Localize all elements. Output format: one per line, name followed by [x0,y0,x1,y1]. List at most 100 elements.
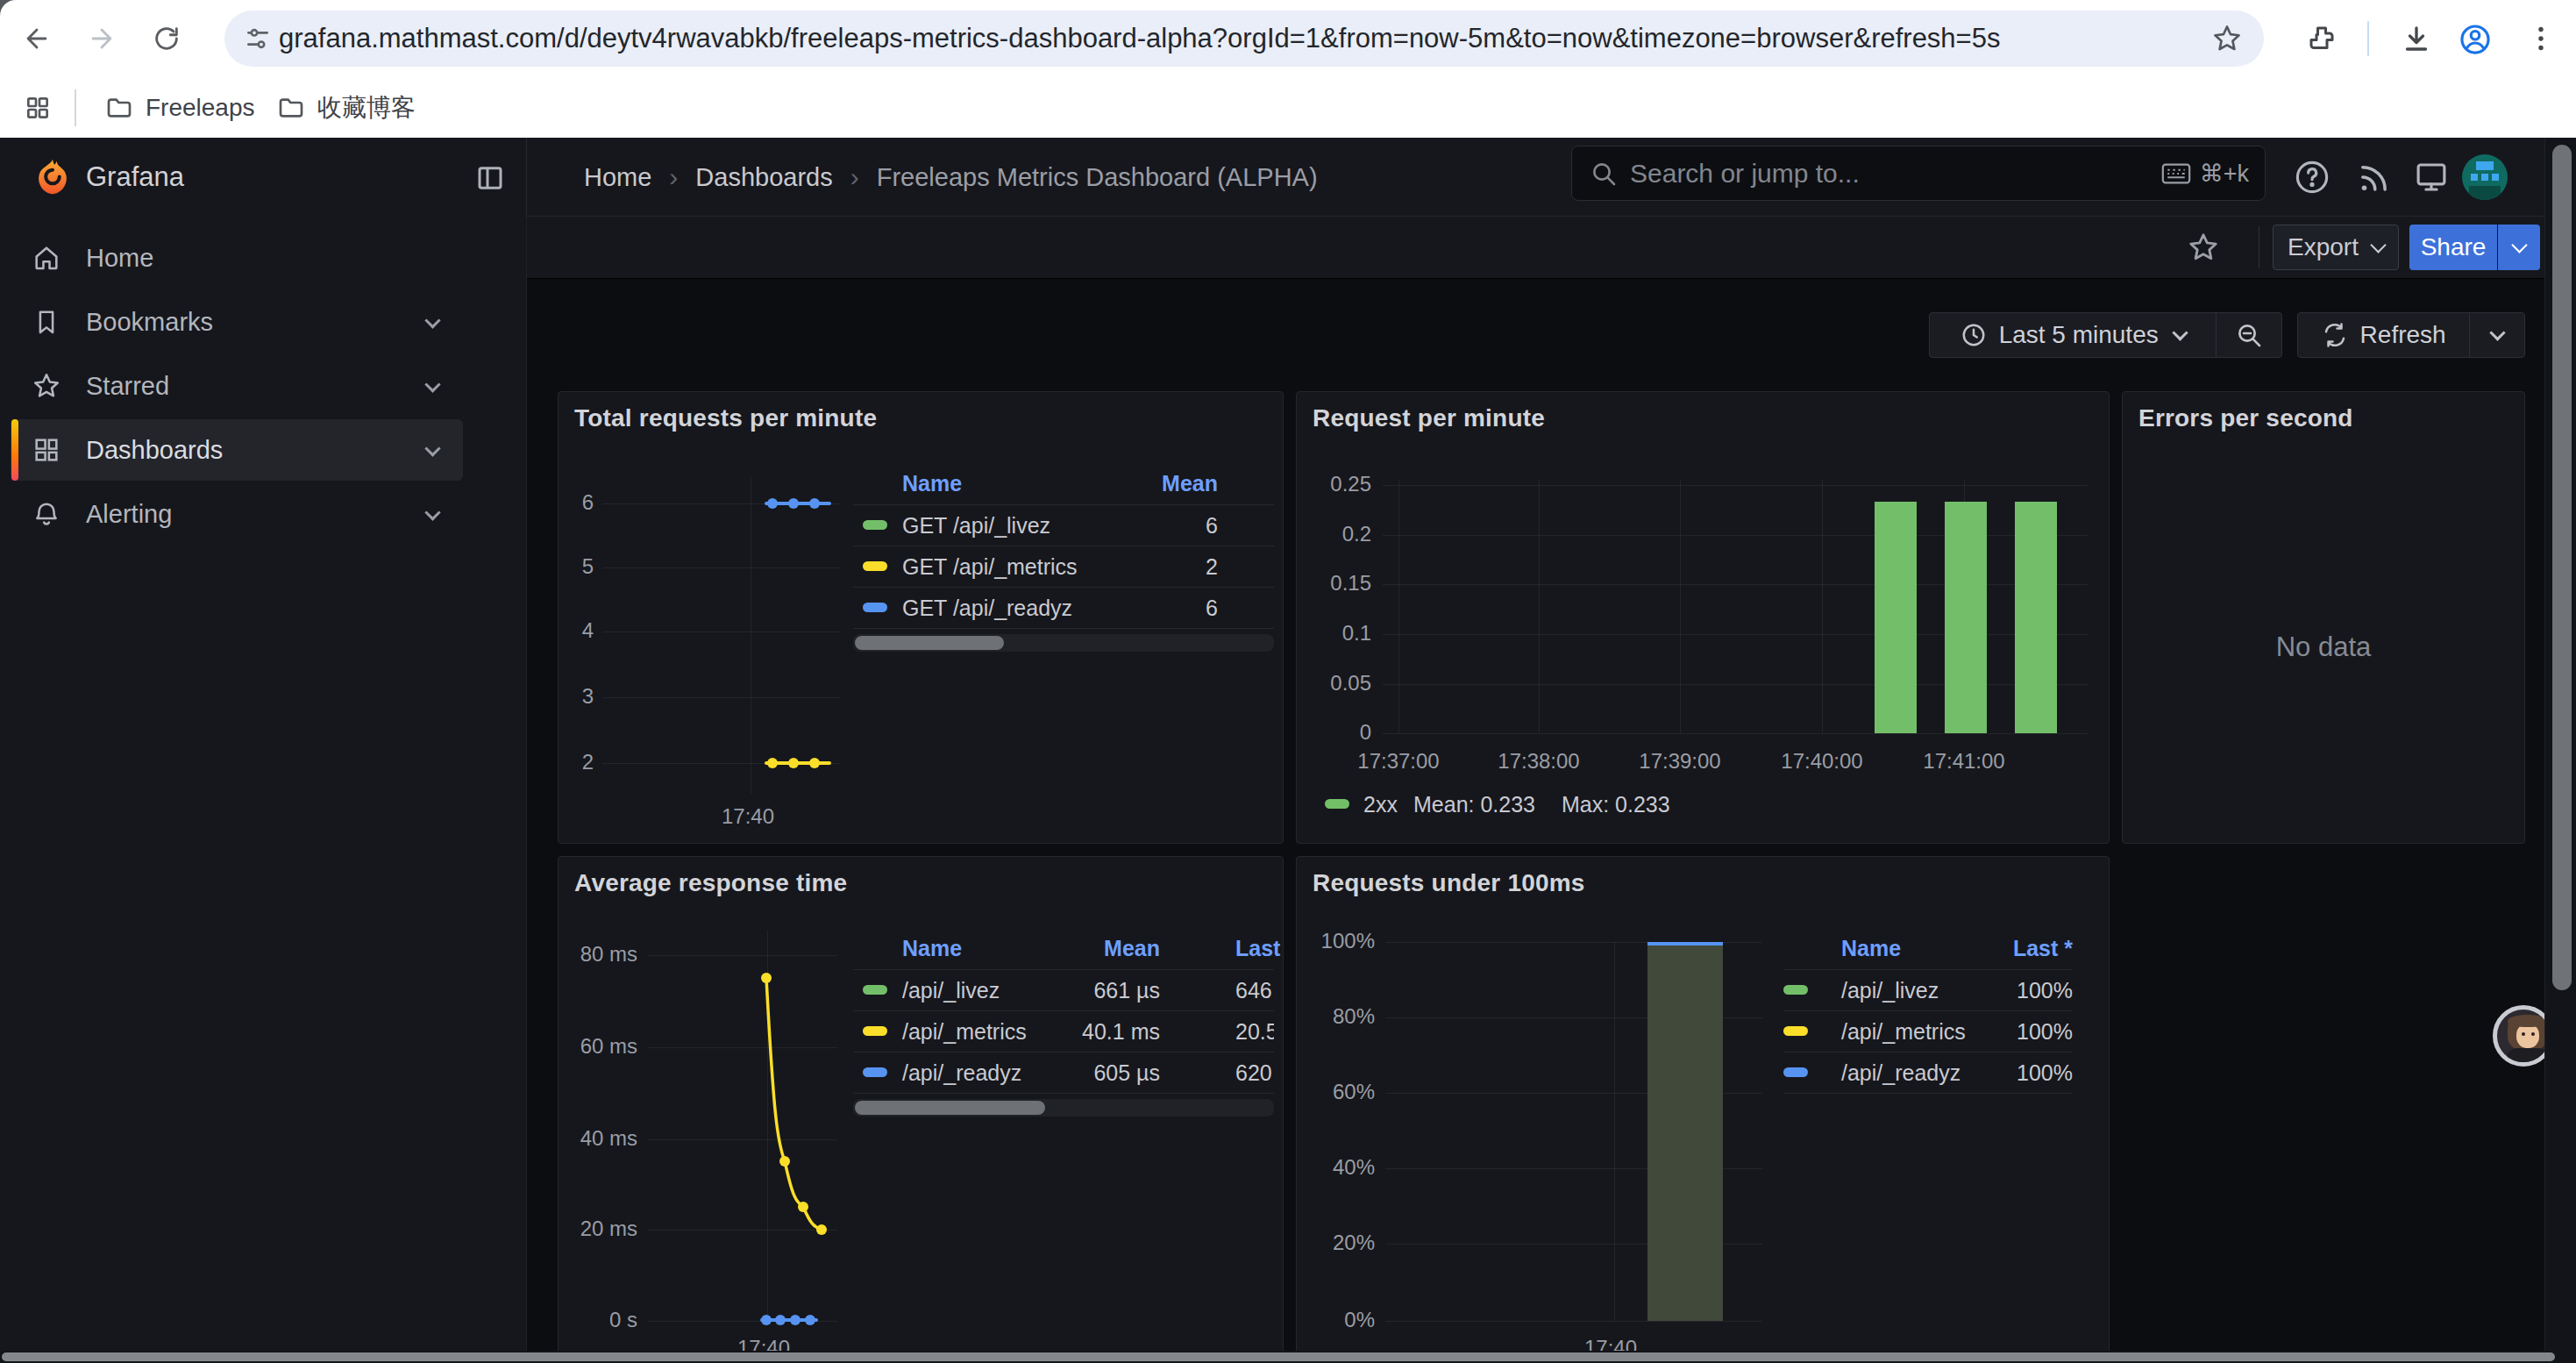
vertical-scrollbar[interactable] [2544,138,2576,1351]
legend-value: 6 [1113,596,1218,621]
bar [1875,502,1917,733]
legend-series-name[interactable]: GET /api/_metrics [902,554,1078,580]
legend-series-name[interactable]: /api/_metrics [1841,1019,1966,1045]
legend-header[interactable]: Mean [1113,471,1218,496]
legend-value: 2 [1113,554,1218,580]
panel-title[interactable]: Requests under 100ms [1313,869,1585,897]
refresh-picker[interactable]: Refresh [2297,312,2525,358]
forward-icon[interactable] [87,24,117,54]
bookmark-star-icon[interactable] [2211,23,2243,54]
series-point [767,498,778,509]
url-bar[interactable]: grafana.mathmast.com/d/deytv4rwavabkb/fr… [224,11,2264,67]
reload-icon[interactable] [152,24,181,54]
legend-series-name[interactable]: GET /api/_readyz [902,596,1072,621]
legend-series-name[interactable]: GET /api/_livez [902,513,1050,539]
legend-series-name[interactable]: /api/_readyz [902,1060,1021,1086]
legend-value: 661 µs [1055,978,1160,1003]
panel-title[interactable]: Total requests per minute [574,404,877,432]
breadcrumb-dashboards[interactable]: Dashboards [695,163,832,192]
news-rss-icon[interactable] [2355,159,2392,196]
legend-scrollbar-thumb[interactable] [855,1101,1045,1115]
refresh-interval-button[interactable] [2470,313,2524,357]
panel-title[interactable]: Request per minute [1313,404,1545,432]
bar [1945,502,1987,733]
scrollbar-thumb[interactable] [2552,145,2572,990]
share-dropdown-button[interactable] [2498,225,2540,270]
legend-series-name[interactable]: /api/_livez [1841,978,1939,1003]
bar [2015,502,2057,733]
legend-series-name[interactable]: /api/_metrics [902,1019,1027,1045]
scrollbar-thumb[interactable] [2,1352,2555,1361]
gridline-h [602,697,841,698]
screen: grafana.mathmast.com/d/deytv4rwavabkb/fr… [0,0,2576,1363]
legend-series-name[interactable]: /api/_livez [902,978,1000,1003]
menu-dots-icon[interactable] [2525,23,2557,54]
breadcrumb-home[interactable]: Home [584,163,651,192]
brand-name[interactable]: Grafana [86,138,184,217]
legend-header[interactable]: Last * [1235,936,1284,961]
y-tick-label: 80% [1299,1004,1375,1029]
legend-series-name[interactable]: 2xx [1363,792,1398,817]
zoom-out-button[interactable] [2217,313,2281,357]
legend-header[interactable]: Name [902,936,962,961]
grafana-logo[interactable] [33,158,72,196]
site-settings-icon[interactable] [244,25,272,53]
legend-header[interactable]: Name [1841,936,1901,961]
search-input[interactable]: Search or jump to... ⌘+k [1571,146,2266,201]
back-icon[interactable] [22,24,52,54]
bookmark-folder-blogs[interactable]: 收藏博客 [277,77,416,138]
gridline-h [602,567,841,568]
profile-icon[interactable] [2459,23,2492,56]
y-tick-label: 0.25 [1301,472,1371,496]
user-avatar[interactable] [2462,154,2508,200]
legend-separator [853,587,1274,588]
series-color-dash [863,1026,887,1036]
bar-cap-line [1647,942,1723,946]
dashboards-icon [32,435,61,465]
panel-title[interactable]: Errors per second [2138,404,2353,432]
sidebar-item-alerting[interactable]: Alerting [11,483,463,545]
sidebar-item-home[interactable]: Home [11,227,463,289]
legend-series-name[interactable]: /api/_readyz [1841,1060,1960,1086]
export-button[interactable]: Export [2273,225,2399,270]
help-icon[interactable] [2294,159,2330,196]
share-button[interactable]: Share [2409,225,2497,270]
apps-grid-icon[interactable] [24,94,52,122]
legend-value: 40.1 ms [1055,1019,1160,1045]
clock-icon [1960,322,1987,348]
gridline-v [1680,480,1681,733]
gridline-h [1383,485,2088,486]
bookmark-folder-freeleaps[interactable]: Freeleaps [105,77,255,138]
legend-scrollbar-thumb[interactable] [855,636,1004,650]
extensions-icon[interactable] [2306,23,2338,54]
horizontal-scrollbar[interactable] [0,1351,2576,1363]
legend-header[interactable]: Mean [1055,936,1160,961]
x-tick-label: 17:39:00 [1626,749,1734,774]
sidebar-item-bookmarks[interactable]: Bookmarks [11,291,463,353]
y-tick-label: 3 [560,684,594,709]
legend-header[interactable]: Name [902,471,962,496]
legend-value: 100% [1968,1019,2073,1045]
legend-scrollbar[interactable] [853,1099,1274,1117]
url-text[interactable]: grafana.mathmast.com/d/deytv4rwavabkb/fr… [279,11,2000,67]
series-point [790,1315,801,1325]
legend-stat-max: Max: 0.233 [1562,792,1670,817]
time-range-button[interactable]: Last 5 minutes [1930,313,2216,357]
series-color-dash [863,985,887,995]
x-tick-label: 17:41:00 [1910,749,2018,774]
download-icon[interactable] [2401,23,2432,54]
favorite-star-icon[interactable] [2187,231,2220,264]
time-range-picker[interactable]: Last 5 minutes [1929,312,2282,358]
series-point [809,758,820,768]
y-tick-label: 4 [560,618,594,643]
y-tick-label: 0.2 [1301,522,1371,546]
legend-header[interactable]: Last * [1968,936,2073,961]
sidebar-item-dashboards[interactable]: Dashboards [11,419,463,481]
sidebar-item-starred[interactable]: Starred [11,355,463,417]
legend-scrollbar[interactable] [853,634,1274,652]
refresh-button[interactable]: Refresh [2298,313,2469,357]
series-point [805,1315,815,1325]
display-icon[interactable] [2413,159,2450,196]
sidebar-item-label: Dashboards [86,436,223,465]
sidebar-toggle-icon[interactable] [474,162,506,194]
